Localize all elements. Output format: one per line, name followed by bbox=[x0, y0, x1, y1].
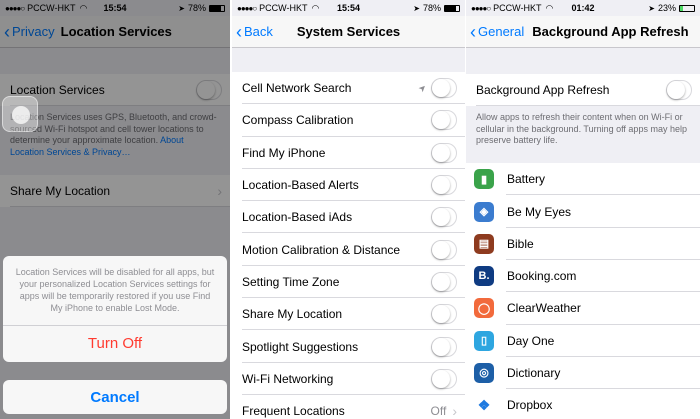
row-label: Spotlight Suggestions bbox=[242, 339, 359, 354]
row-toggle[interactable] bbox=[431, 78, 457, 99]
nav-bar: ‹ General Background App Refresh bbox=[466, 16, 700, 48]
app-row: ◈ Be My Eyes bbox=[466, 195, 700, 228]
battery-icon bbox=[444, 4, 460, 12]
chevron-left-icon: ‹ bbox=[236, 21, 242, 42]
app-row: ▯ Day One bbox=[466, 324, 700, 358]
dropbox-icon: ❖ bbox=[474, 395, 494, 416]
bible-icon: ▤ bbox=[474, 233, 494, 254]
assistive-touch-button[interactable] bbox=[2, 96, 38, 132]
system-service-row: Find My iPhone bbox=[232, 136, 465, 170]
system-service-row: Location-Based iAds bbox=[232, 201, 465, 234]
app-row: B. Booking.com bbox=[466, 259, 700, 293]
dictionary-icon: ◎ bbox=[474, 362, 494, 383]
app-row: ❖ Dropbox bbox=[466, 389, 700, 419]
alert-message: Location Services will be disabled for a… bbox=[3, 256, 227, 326]
page-title: Background App Refresh bbox=[532, 24, 689, 39]
app-list: ▮ Battery ◈ Be My Eyes ▤ Bible B. Bookin… bbox=[466, 163, 700, 419]
row-label: Compass Calibration bbox=[242, 113, 354, 128]
app-name: Dictionary bbox=[507, 365, 561, 380]
row-label: Share My Location bbox=[242, 307, 343, 322]
nav-bar: ‹ Back System Services bbox=[232, 16, 465, 48]
row-toggle[interactable] bbox=[431, 110, 457, 131]
back-button[interactable]: ‹ Back bbox=[232, 23, 273, 41]
row-toggle[interactable] bbox=[431, 207, 457, 228]
back-label: General bbox=[478, 24, 525, 39]
system-services-list: Cell Network Search ➤ Compass Calibratio… bbox=[232, 72, 465, 419]
battery-icon bbox=[679, 4, 695, 12]
row-toggle[interactable] bbox=[431, 368, 457, 389]
status-time: 15:54 bbox=[336, 3, 361, 13]
system-services-panel: ●●●●○ PCCW-HKT ◠ 15:54 ➤ 78% ‹ Back Syst… bbox=[232, 0, 465, 419]
chevron-right-icon: › bbox=[452, 403, 457, 419]
app-name: Day One bbox=[507, 333, 555, 348]
battery-app-icon: ▮ bbox=[474, 169, 494, 190]
row-toggle[interactable] bbox=[431, 239, 457, 260]
chevron-left-icon: ‹ bbox=[470, 21, 476, 42]
row-label: Motion Calibration & Distance bbox=[242, 242, 401, 257]
row-label: Frequent Locations bbox=[242, 404, 345, 419]
row-label: Cell Network Search bbox=[242, 81, 352, 96]
status-bar: ●●●●○ PCCW-HKT ◠ 01:42 ➤ 23% bbox=[466, 0, 700, 16]
app-name: Battery bbox=[507, 172, 546, 187]
app-row: ◎ Dictionary bbox=[466, 356, 700, 390]
alert-sheet: Location Services will be disabled for a… bbox=[3, 256, 227, 362]
frequent-locations-value: Off bbox=[430, 404, 447, 419]
location-services-panel: ●●●●○ PCCW-HKT ◠ 15:54 ➤ 78% ‹ Privacy L… bbox=[0, 0, 230, 419]
row-label: Wi-Fi Networking bbox=[242, 371, 334, 386]
system-service-row: Location-Based Alerts bbox=[232, 168, 465, 202]
app-row: ◯ ClearWeather bbox=[466, 292, 700, 325]
system-service-row: Cell Network Search ➤ bbox=[232, 72, 465, 105]
row-label: Find My iPhone bbox=[242, 145, 326, 160]
system-service-row: Spotlight Suggestions bbox=[232, 330, 465, 363]
be-my-eyes-icon: ◈ bbox=[474, 201, 494, 222]
app-name: Bible bbox=[507, 236, 534, 251]
status-time: 01:42 bbox=[571, 3, 595, 13]
cancel-sheet: Cancel bbox=[3, 380, 227, 414]
system-service-row: Compass Calibration bbox=[232, 104, 465, 137]
row-label: Location-Based Alerts bbox=[242, 178, 359, 193]
background-app-refresh-label: Background App Refresh bbox=[476, 83, 610, 97]
frequent-locations-row[interactable]: Frequent Locations Off › bbox=[232, 394, 465, 419]
back-label: Back bbox=[244, 24, 273, 39]
background-app-refresh-panel: ●●●●○ PCCW-HKT ◠ 01:42 ➤ 23% ‹ General B… bbox=[466, 0, 700, 419]
clearweather-icon: ◯ bbox=[474, 298, 494, 319]
status-bar: ●●●●○ PCCW-HKT ◠ 15:54 ➤ 78% bbox=[232, 0, 465, 16]
row-toggle[interactable] bbox=[431, 142, 457, 163]
system-service-row: Wi-Fi Networking bbox=[232, 362, 465, 396]
background-app-refresh-row: Background App Refresh bbox=[466, 74, 700, 106]
turn-off-button[interactable]: Turn Off bbox=[3, 326, 227, 362]
system-service-row: Setting Time Zone bbox=[232, 265, 465, 299]
row-toggle[interactable] bbox=[431, 175, 457, 196]
day-one-icon: ▯ bbox=[474, 330, 494, 351]
system-service-row: Share My Location bbox=[232, 298, 465, 331]
app-name: Booking.com bbox=[507, 269, 577, 284]
app-name: ClearWeather bbox=[507, 301, 581, 316]
row-toggle[interactable] bbox=[431, 304, 457, 325]
row-label: Location-Based iAds bbox=[242, 210, 353, 225]
app-name: Dropbox bbox=[507, 398, 553, 413]
booking-icon: B. bbox=[474, 266, 494, 287]
app-row: ▤ Bible bbox=[466, 227, 700, 261]
row-label: Setting Time Zone bbox=[242, 274, 340, 289]
app-name: Be My Eyes bbox=[507, 204, 572, 219]
app-row: ▮ Battery bbox=[466, 163, 700, 196]
cancel-button[interactable]: Cancel bbox=[3, 380, 227, 414]
row-toggle[interactable] bbox=[431, 271, 457, 292]
system-service-row: Motion Calibration & Distance bbox=[232, 233, 465, 267]
back-button[interactable]: ‹ General bbox=[466, 23, 524, 41]
row-toggle[interactable] bbox=[431, 336, 457, 357]
background-app-refresh-toggle[interactable] bbox=[666, 80, 692, 100]
refresh-description: Allow apps to refresh their content when… bbox=[476, 112, 687, 146]
